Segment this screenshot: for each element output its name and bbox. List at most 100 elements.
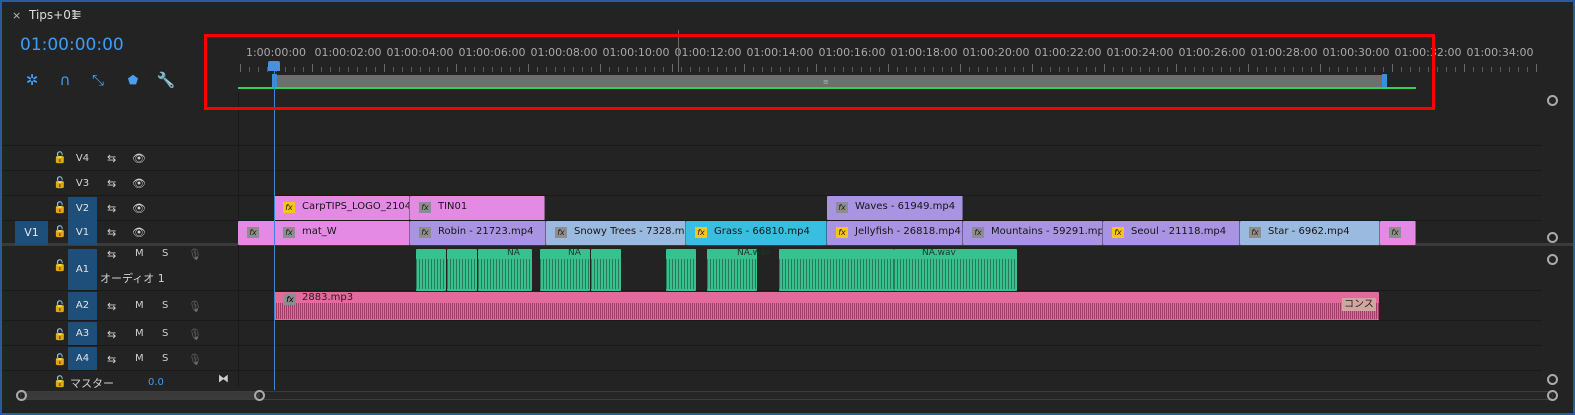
hscroll-end-icon[interactable] — [1547, 390, 1558, 401]
solo-button[interactable]: S — [162, 300, 168, 311]
ruler-tick — [1518, 67, 1519, 72]
track-lock-icon[interactable]: 🔓 — [53, 225, 67, 238]
audio-clip[interactable] — [779, 249, 894, 291]
video-clip[interactable]: fx Waves - 61949.mp4 — [827, 196, 963, 220]
go-to-end-icon[interactable]: ⧓ — [218, 372, 229, 385]
snap-icon[interactable]: ∩ — [55, 70, 75, 90]
ruler-tick — [1482, 67, 1483, 72]
sync-lock-icon[interactable]: ⇆ — [107, 248, 116, 261]
horizontal-scroll-thumb[interactable] — [24, 392, 260, 399]
audio-waveform — [416, 259, 446, 289]
solo-button[interactable]: S — [162, 248, 168, 259]
track-target-a4[interactable]: A4 — [68, 347, 97, 370]
fx-badge-icon: fx — [283, 227, 295, 238]
audio-clip[interactable] — [478, 249, 532, 291]
video-clip[interactable]: fx Robin - 21723.mp4 — [410, 221, 546, 245]
sync-lock-icon[interactable]: ⇆ — [107, 177, 116, 190]
video-clip[interactable]: fx Snowy Trees - 7328.mp4 — [546, 221, 686, 245]
playhead-timecode[interactable]: 01:00:00:00 — [20, 35, 124, 55]
audio-clip[interactable] — [416, 249, 446, 291]
sync-lock-icon[interactable]: ⇆ — [107, 328, 116, 341]
hscroll-left-handle-icon[interactable] — [16, 390, 27, 401]
vscroll-video-bottom-icon[interactable] — [1547, 232, 1558, 243]
track-lock-icon[interactable]: 🔓 — [53, 353, 67, 366]
clip-name: Waves - 61949.mp4 — [855, 201, 956, 212]
eye-icon[interactable]: 👁 — [132, 177, 146, 190]
video-clip[interactable]: fx — [1380, 221, 1416, 245]
source-patch-v1[interactable]: V1 — [15, 221, 48, 245]
sync-lock-icon[interactable]: ⇆ — [107, 300, 116, 313]
video-clip[interactable]: fx CarpTIPS_LOGO_21040 — [274, 196, 410, 220]
ruler-tick — [1491, 67, 1492, 72]
master-volume-value[interactable]: 0.0 — [148, 377, 164, 388]
mute-button[interactable]: M — [135, 353, 144, 364]
timeline-panel: × Tips+01 ≡ 01:00:00:00 ✲ ∩ ⤡ ⬟ 🔧 1:00:0… — [0, 0, 1575, 415]
track-target-a3[interactable]: A3 — [68, 322, 97, 345]
solo-button[interactable]: S — [162, 353, 168, 364]
video-clip[interactable]: fx mat_W — [274, 221, 410, 245]
video-clip[interactable]: fx Jellyfish - 26818.mp4 — [827, 221, 963, 245]
audio-waveform — [540, 259, 590, 289]
sync-lock-icon[interactable]: ⇆ — [107, 226, 116, 239]
voiceover-mic-icon[interactable]: 🎙 — [188, 248, 202, 261]
vscroll-video-top-icon[interactable] — [1547, 95, 1558, 106]
audio-clip-name: NA.wav — [737, 248, 771, 258]
mute-button[interactable]: M — [135, 300, 144, 311]
track-lock-icon[interactable]: 🔓 — [53, 300, 67, 313]
track-target-v4[interactable]: V4 — [68, 147, 97, 171]
audio-clip[interactable] — [591, 249, 621, 291]
vscroll-audio-bottom-icon[interactable] — [1547, 374, 1558, 385]
insert-overwrite-icon[interactable]: ✲ — [22, 70, 42, 90]
track-target-v3[interactable]: V3 — [68, 172, 97, 196]
track-lock-icon[interactable]: 🔓 — [53, 176, 67, 189]
fx-badge-icon: fx — [1249, 227, 1261, 238]
sync-lock-icon[interactable]: ⇆ — [107, 202, 116, 215]
track-target-a1[interactable]: A1 — [68, 249, 97, 290]
clip-name: Seoul - 21118.mp4 — [1131, 226, 1227, 237]
video-clip[interactable]: fx Grass - 66810.mp4 — [686, 221, 827, 245]
track-lock-icon[interactable]: 🔓 — [53, 201, 67, 214]
video-clip[interactable]: fx Mountains - 59291.mp4 — [963, 221, 1103, 245]
track-target-v2[interactable]: V2 — [68, 197, 97, 221]
voiceover-mic-icon[interactable]: 🎙 — [188, 300, 202, 313]
audio-clip[interactable] — [447, 249, 477, 291]
eye-icon[interactable]: 👁 — [132, 226, 146, 239]
audio-clip-name: NA — [507, 248, 520, 258]
eye-icon[interactable]: 👁 — [132, 202, 146, 215]
linked-selection-icon[interactable]: ⤡ — [88, 70, 108, 90]
tab-close-icon[interactable]: × — [12, 9, 21, 22]
mute-button[interactable]: M — [135, 248, 144, 259]
audio-clip[interactable] — [666, 249, 696, 291]
ruler-tick — [1500, 67, 1501, 72]
track-target-a2[interactable]: A2 — [68, 292, 97, 320]
video-clip[interactable]: fx Seoul - 21118.mp4 — [1103, 221, 1240, 245]
video-clip[interactable]: fx Star - 6962.mp4 — [1240, 221, 1380, 245]
track-lock-icon[interactable]: 🔓 — [53, 259, 67, 272]
voiceover-mic-icon[interactable]: 🎙 — [188, 353, 202, 366]
timeline-settings-icon[interactable]: 🔧 — [156, 70, 176, 90]
playhead-line[interactable] — [274, 62, 275, 390]
vscroll-audio-top-icon[interactable] — [1547, 254, 1558, 265]
ruler-tick — [1473, 67, 1474, 72]
clip-name: mat_W — [302, 226, 337, 237]
voiceover-mic-icon[interactable]: 🎙 — [188, 328, 202, 341]
hscroll-right-handle-icon[interactable] — [254, 390, 265, 401]
eye-icon[interactable]: 👁 — [132, 152, 146, 165]
master-lock-icon[interactable]: 🔓 — [53, 375, 67, 388]
video-clip[interactable]: fx TIN01 — [410, 196, 545, 220]
track-lock-icon[interactable]: 🔓 — [53, 151, 67, 164]
sync-lock-icon[interactable]: ⇆ — [107, 353, 116, 366]
mute-button[interactable]: M — [135, 328, 144, 339]
video-clip[interactable]: fx — [238, 221, 275, 245]
audio-clip[interactable]: fx 2883.mp3 — [274, 292, 1379, 320]
panel-tab-bar: × Tips+01 ≡ — [2, 2, 1573, 28]
audio-clip[interactable] — [540, 249, 590, 291]
add-marker-icon[interactable]: ⬟ — [123, 70, 143, 90]
sync-lock-icon[interactable]: ⇆ — [107, 152, 116, 165]
audio-track-name: オーディオ 1 — [100, 272, 165, 285]
track-lock-icon[interactable]: 🔓 — [53, 328, 67, 341]
clip-name: 2883.mp3 — [302, 292, 354, 303]
tab-menu-icon[interactable]: ≡ — [71, 7, 82, 22]
solo-button[interactable]: S — [162, 328, 168, 339]
track-target-v1[interactable]: V1 — [68, 221, 97, 245]
